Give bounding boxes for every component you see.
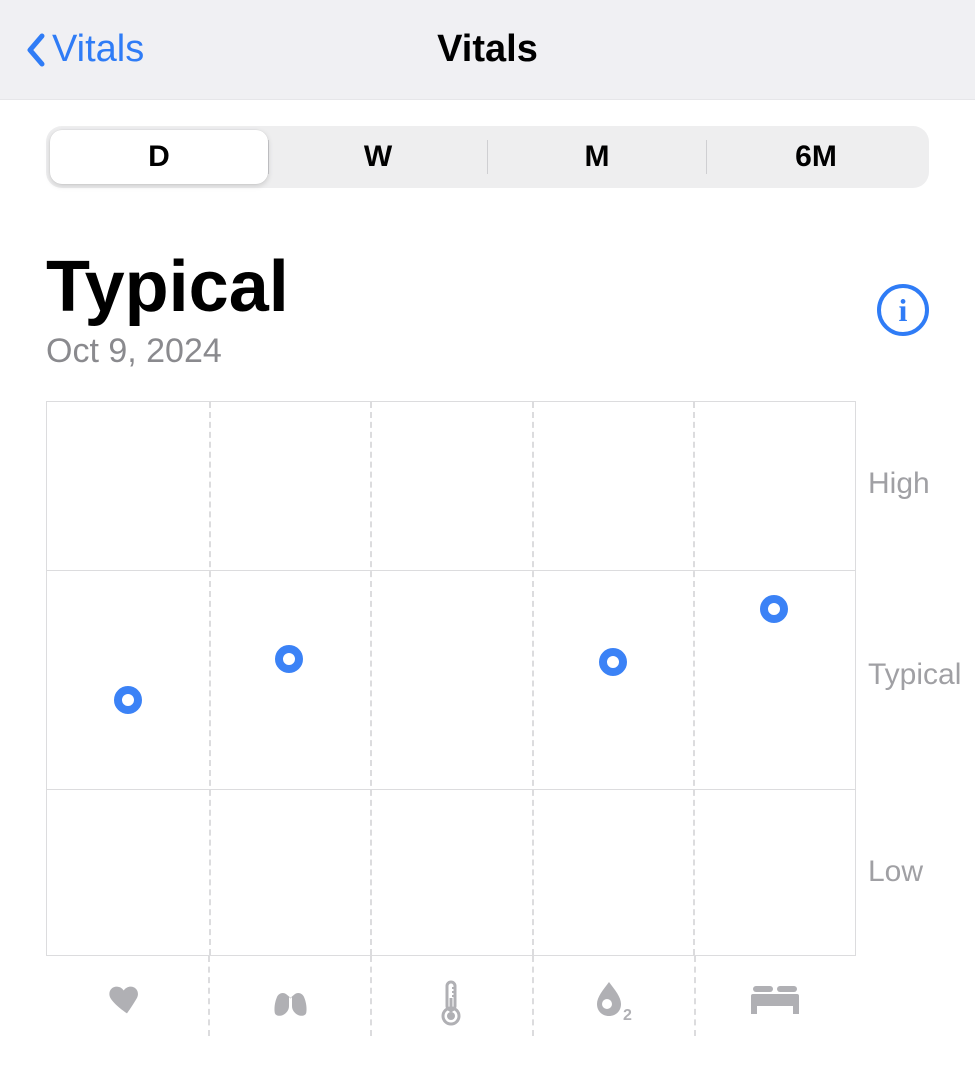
back-label: Vitals (52, 28, 144, 71)
segment-six-months[interactable]: 6M (707, 130, 925, 184)
chart-point[interactable] (114, 686, 142, 714)
y-label-high: High (868, 467, 930, 501)
x-axis-icons: 2 (46, 956, 856, 1036)
segment-day[interactable]: D (50, 130, 268, 184)
bed-icon (749, 980, 801, 1016)
segment-label: W (364, 140, 392, 174)
lungs-icon (265, 980, 313, 1020)
info-button[interactable]: i (877, 284, 929, 336)
chart-header: Typical Oct 9, 2024 i (46, 250, 929, 371)
blood-oxygen-icon: 2 (589, 980, 637, 1024)
status-heading: Typical (46, 250, 289, 326)
y-label-low: Low (868, 855, 923, 889)
page-title: Vitals (0, 28, 975, 71)
y-label-typical: Typical (868, 658, 961, 692)
gridline-vertical (370, 956, 372, 1036)
segment-month[interactable]: M (488, 130, 706, 184)
navbar: Vitals Vitals (0, 0, 975, 100)
gridline-vertical (694, 956, 696, 1036)
gridline-horizontal (47, 789, 855, 790)
segment-label: 6M (795, 140, 837, 174)
back-button[interactable]: Vitals (0, 28, 144, 71)
segment-label: M (585, 140, 610, 174)
info-icon: i (899, 294, 908, 326)
gridline-vertical (532, 402, 534, 955)
gridline-vertical (693, 402, 695, 955)
svg-text:2: 2 (623, 1007, 632, 1024)
y-axis-labels: High Typical Low (856, 401, 929, 956)
gridline-horizontal (47, 570, 855, 571)
gridline-vertical (370, 402, 372, 955)
gridline-vertical (532, 956, 534, 1036)
segment-week[interactable]: W (269, 130, 487, 184)
time-range-segmented-control[interactable]: D W M 6M (46, 126, 929, 188)
gridline-vertical (208, 956, 210, 1036)
segment-label: D (148, 140, 170, 174)
chart-point[interactable] (275, 645, 303, 673)
chart-point[interactable] (760, 595, 788, 623)
gridline-vertical (209, 402, 211, 955)
content: D W M 6M Typical Oct 9, 2024 i (0, 126, 975, 1036)
chart-point[interactable] (599, 648, 627, 676)
heart-icon (107, 980, 147, 1020)
vitals-chart[interactable] (46, 401, 856, 956)
date-label: Oct 9, 2024 (46, 332, 289, 371)
chart-container: High Typical Low (46, 401, 929, 956)
chevron-left-icon (24, 32, 46, 68)
thermometer-icon (439, 980, 463, 1026)
chart-header-left: Typical Oct 9, 2024 (46, 250, 289, 371)
